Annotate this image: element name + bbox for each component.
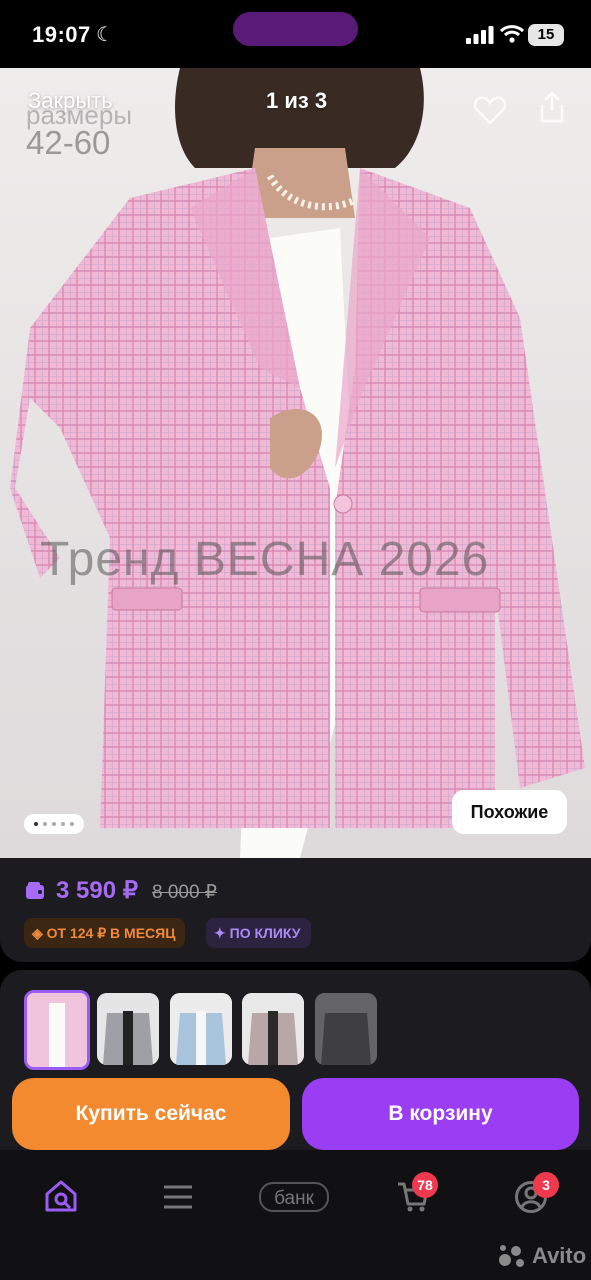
add-to-cart-button[interactable]: В корзину: [302, 1078, 579, 1150]
avito-dots-icon: [499, 1245, 524, 1267]
avito-logo: Avito: [498, 1243, 586, 1269]
clock: 19:07: [32, 22, 91, 47]
buy-now-button[interactable]: Купить сейчас: [12, 1078, 290, 1150]
signal-icon: [466, 26, 494, 44]
heart-icon[interactable]: [474, 95, 506, 125]
current-price: 3 590 ₽: [56, 877, 138, 904]
product-photo[interactable]: [0, 68, 591, 858]
shield-icon: ◈: [32, 925, 47, 941]
dynamic-island: [233, 12, 358, 46]
avito-wordmark: Avito: [532, 1243, 587, 1268]
sizes-range: 42-60: [26, 124, 111, 161]
photo-pager-dots: [24, 814, 84, 834]
profile-notification-badge: 3: [533, 1172, 559, 1198]
photo-counter: 1 из 3: [266, 88, 328, 113]
old-price: 8 000 ₽: [152, 882, 217, 903]
thumbnail-grey[interactable]: [97, 993, 159, 1065]
installment-label: ОТ 124 ₽ В МЕСЯЦ: [46, 925, 176, 941]
menu-icon[interactable]: [162, 1184, 194, 1210]
similar-button[interactable]: Похожие: [452, 790, 567, 834]
quick-buy-label: ПО КЛИКУ: [229, 925, 301, 941]
thumbnail-plaid[interactable]: [242, 993, 304, 1065]
moon-icon: ☾: [96, 24, 114, 46]
installment-badge[interactable]: ◈ ОТ 124 ₽ В МЕСЯЦ: [24, 918, 186, 948]
home-search-icon[interactable]: [43, 1178, 79, 1214]
wallet-icon: [26, 882, 44, 899]
share-icon[interactable]: [538, 90, 566, 124]
close-button[interactable]: Закрыть: [28, 88, 113, 114]
quick-buy-badge[interactable]: ✦ ПО КЛИКУ: [206, 918, 311, 948]
bank-tab[interactable]: банк: [259, 1182, 329, 1212]
thumbnail-blue[interactable]: [170, 993, 232, 1065]
cart-count-badge: 78: [412, 1172, 438, 1198]
battery-indicator: 15: [528, 24, 564, 46]
watermark-text: Тренд ВЕСНА 2026: [40, 533, 490, 586]
running-icon: ✦: [214, 925, 230, 941]
thumbnail-pink[interactable]: [24, 990, 90, 1070]
wifi-icon: [500, 25, 524, 43]
thumbnail-dark[interactable]: [315, 993, 377, 1065]
